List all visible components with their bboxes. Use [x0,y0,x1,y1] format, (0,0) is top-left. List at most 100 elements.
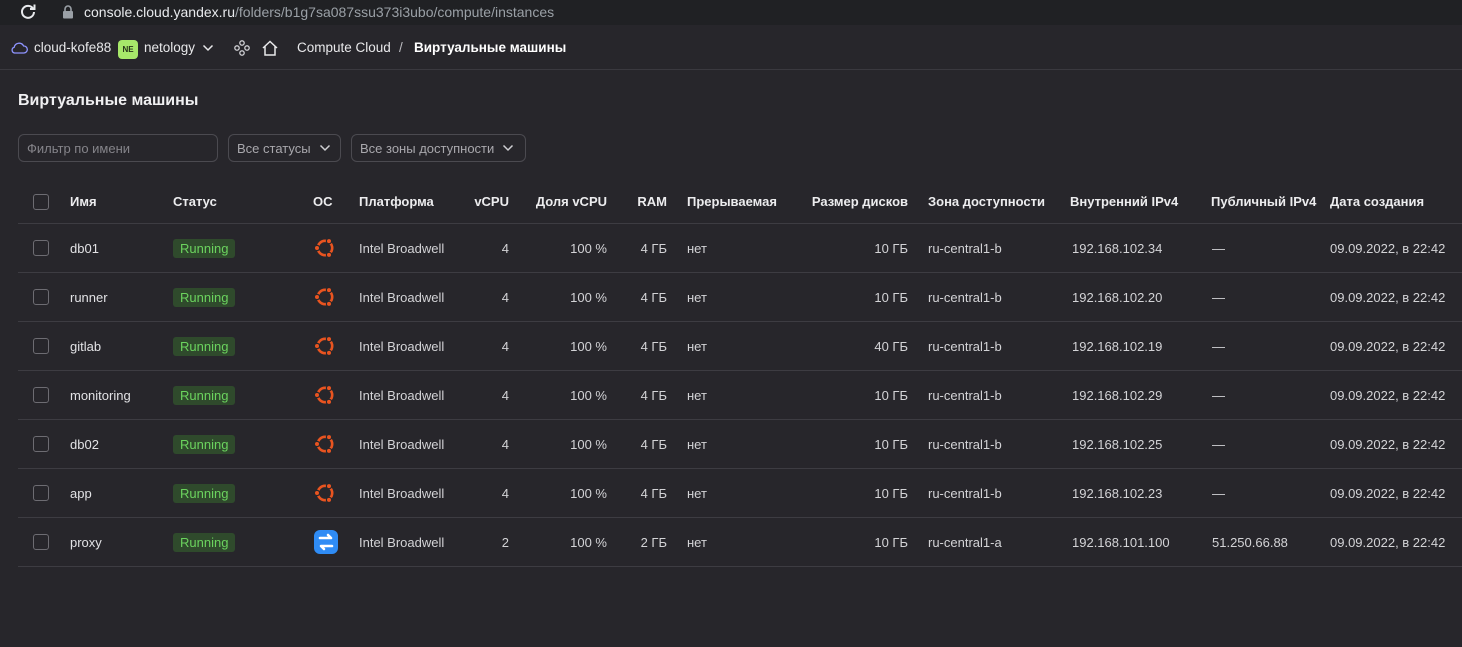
vcpu-cell: 4 [501,240,509,256]
vcpu-cell: 4 [501,387,509,403]
lock-icon[interactable] [62,5,74,19]
platform-cell: Intel Broadwell [359,240,445,256]
vcpu-cell: 4 [501,485,509,501]
url-field[interactable]: console.cloud.yandex.ru/folders/b1g7sa08… [84,4,554,20]
status-badge: Running [173,434,236,454]
platform-cell: Intel Broadwell [359,485,445,501]
public-ip-cell: — [1212,436,1225,452]
status-cell: Running [173,322,236,370]
cloud-selector[interactable]: cloud-kofe88 [34,25,111,70]
ram-cell: 4 ГБ [640,436,667,452]
table-row[interactable]: gitlab Running Intel Broadwell 4 100 % 4 ГБ не… [18,322,1462,371]
column-header-name[interactable]: Имя [70,180,97,223]
created-date-cell: 09.09.2022, в 22:42 [1330,387,1446,403]
platform-cell: Intel Broadwell [359,436,445,452]
vcpu-cell: 4 [501,436,509,452]
row-checkbox[interactable] [33,534,49,550]
status-badge: Running [173,238,236,258]
chevron-down-icon[interactable] [202,25,214,70]
column-header-vcpu-share[interactable]: Доля vCPU [536,180,607,223]
disk-size-cell: 10 ГБ [874,485,908,501]
row-checkbox[interactable] [33,289,49,305]
row-checkbox[interactable] [33,338,49,354]
url-path: /folders/b1g7sa087ssu373i3ubo/compute/in… [235,4,555,20]
column-header-public-ip[interactable]: Публичный IPv4 [1211,180,1316,223]
created-date-cell: 09.09.2022, в 22:42 [1330,485,1446,501]
internal-ip-cell: 192.168.102.25 [1072,436,1163,452]
chevron-down-icon [319,144,330,152]
instance-name[interactable]: db01 [70,224,99,272]
instance-name[interactable]: gitlab [70,322,101,370]
column-header-disk-size[interactable]: Размер дисков [812,180,908,223]
breadcrumb-service[interactable]: Compute Cloud [297,25,391,70]
instance-name[interactable]: proxy [70,518,102,566]
column-header-os[interactable]: ОС [313,180,333,223]
chevron-down-icon [503,144,514,152]
disk-size-cell: 10 ГБ [874,240,908,256]
public-ip-cell: — [1212,289,1225,305]
column-header-status[interactable]: Статус [173,180,217,223]
ubuntu-icon [313,420,337,468]
table-header: Имя Статус ОС Платформа vCPU Доля vCPU R… [18,180,1462,224]
ram-cell: 4 ГБ [640,387,667,403]
vcpu-cell: 4 [501,289,509,305]
row-select-cell [33,273,49,321]
folder-selector[interactable]: netology [144,25,195,70]
disk-size-cell: 10 ГБ [874,436,908,452]
preemptible-cell: нет [687,534,707,550]
row-select-cell [33,322,49,370]
table-row[interactable]: db01 Running Intel Broadwell 4 100 % 4 ГБ нет 1… [18,224,1462,273]
preemptible-cell: нет [687,240,707,256]
reload-icon[interactable] [19,3,37,21]
row-checkbox[interactable] [33,436,49,452]
cloud-icon[interactable] [10,25,28,70]
browser-address-bar: console.cloud.yandex.ru/folders/b1g7sa08… [0,0,1462,25]
column-header-platform[interactable]: Платформа [359,180,434,223]
row-checkbox[interactable] [33,485,49,501]
column-header-internal-ip[interactable]: Внутренний IPv4 [1070,180,1178,223]
home-icon[interactable] [261,25,279,70]
ubuntu-icon [313,469,337,517]
zone-cell: ru-central1-a [928,534,1002,550]
status-filter-select[interactable]: Все статусы [228,134,341,162]
instances-table: Имя Статус ОС Платформа vCPU Доля vCPU R… [18,180,1462,567]
instance-name[interactable]: app [70,469,92,517]
column-header-preemptible[interactable]: Прерываемая [687,180,777,223]
table-row[interactable]: app Running Intel Broadwell 4 100 % 4 ГБ нет 10… [18,469,1462,518]
created-date-cell: 09.09.2022, в 22:42 [1330,240,1446,256]
disk-size-cell: 10 ГБ [874,289,908,305]
row-checkbox[interactable] [33,240,49,256]
row-checkbox[interactable] [33,387,49,403]
instance-name[interactable]: monitoring [70,371,131,419]
public-ip-cell: 51.250.66.88 [1212,534,1288,550]
ubuntu-icon [313,322,337,370]
ram-cell: 4 ГБ [640,289,667,305]
vcpu-cell: 2 [501,534,509,550]
status-cell: Running [173,420,236,468]
select-all-checkbox[interactable] [33,193,49,210]
table-row[interactable]: proxy Running Intel Broadwell 2 100 % 2 ГБ нет… [18,518,1462,567]
ram-cell: 4 ГБ [640,485,667,501]
name-filter-input[interactable] [18,134,218,162]
column-header-zone[interactable]: Зона доступности [928,180,1045,223]
disk-size-cell: 10 ГБ [874,387,908,403]
ubuntu-icon [313,224,337,272]
folder-avatar: NE [118,40,138,59]
zone-filter-select[interactable]: Все зоны доступности [351,134,526,162]
instance-name[interactable]: runner [70,273,108,321]
status-cell: Running [173,518,236,566]
column-header-created[interactable]: Дата создания [1330,180,1424,223]
table-row[interactable]: monitoring Running Intel Broadwell 4 100 % 4 … [18,371,1462,420]
status-badge: Running [173,532,236,552]
vcpu-share-cell: 100 % [570,436,607,452]
services-icon[interactable] [233,25,251,70]
column-header-ram[interactable]: RAM [637,180,667,223]
table-row[interactable]: db02 Running Intel Broadwell 4 100 % 4 ГБ нет 1… [18,420,1462,469]
table-row[interactable]: runner Running Intel Broadwell 4 100 % 4 ГБ не… [18,273,1462,322]
ubuntu-icon [313,371,337,419]
row-select-cell [33,420,49,468]
column-header-vcpu[interactable]: vCPU [474,180,509,223]
platform-cell: Intel Broadwell [359,534,445,550]
preemptible-cell: нет [687,387,707,403]
instance-name[interactable]: db02 [70,420,99,468]
